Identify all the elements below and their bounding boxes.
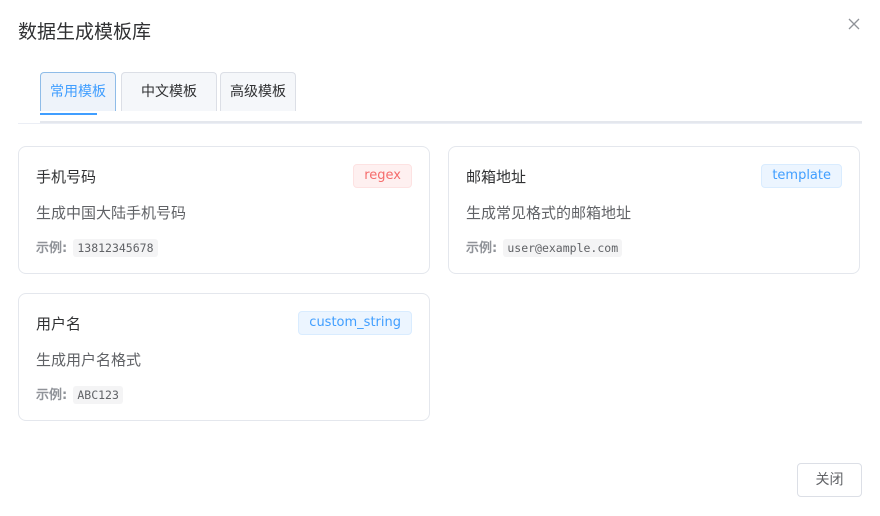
template-example: 示例: user@example.com [466, 238, 623, 259]
example-value: 13812345678 [73, 239, 158, 257]
template-type-tag: template [761, 164, 842, 188]
template-type-tag: custom_string [298, 311, 412, 335]
template-card-email[interactable]: 邮箱地址 template 生成常见格式的邮箱地址 示例: user@examp… [448, 146, 860, 274]
template-card-phone[interactable]: 手机号码 regex 生成中国大陆手机号码 示例: 13812345678 [18, 146, 430, 274]
active-tab-indicator [40, 113, 97, 115]
template-description: 生成常见格式的邮箱地址 [466, 204, 632, 222]
template-description: 生成中国大陆手机号码 [36, 204, 187, 222]
template-name: 手机号码 [36, 168, 97, 186]
template-type-tag: regex [353, 164, 412, 188]
example-value: ABC123 [73, 386, 123, 404]
dialog-title: 数据生成模板库 [18, 21, 152, 43]
example-value: user@example.com [503, 239, 623, 257]
header-divider [18, 123, 862, 124]
tab-advanced-templates[interactable]: 高级模板 [220, 72, 296, 111]
template-name: 邮箱地址 [466, 168, 527, 186]
template-library-dialog: 数据生成模板库 常用模板 中文模板 高级模板 手机号码 regex 生成中国大陆… [0, 0, 880, 516]
close-button[interactable]: 关闭 [797, 463, 862, 497]
template-example: 示例: 13812345678 [36, 238, 158, 259]
example-label: 示例: [466, 241, 498, 256]
template-description: 生成用户名格式 [36, 351, 142, 369]
template-example: 示例: ABC123 [36, 385, 123, 406]
example-label: 示例: [36, 388, 68, 403]
tab-common-templates[interactable]: 常用模板 [40, 72, 116, 111]
tab-chinese-templates[interactable]: 中文模板 [121, 72, 217, 111]
template-name: 用户名 [36, 315, 82, 333]
example-label: 示例: [36, 241, 68, 256]
template-card-username[interactable]: 用户名 custom_string 生成用户名格式 示例: ABC123 [18, 293, 430, 421]
close-icon[interactable] [844, 14, 864, 34]
